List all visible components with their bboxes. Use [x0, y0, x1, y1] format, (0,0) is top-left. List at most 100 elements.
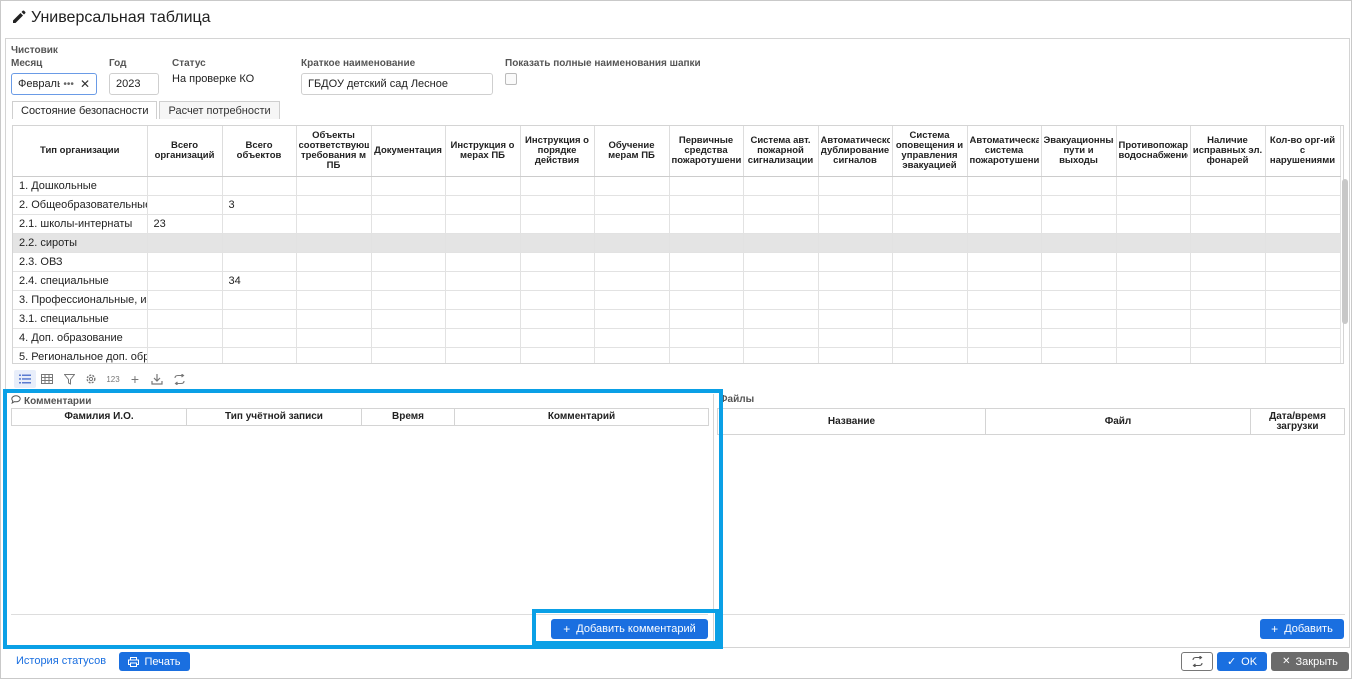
- col-header[interactable]: Система оповещения и управления эвакуаци…: [892, 126, 968, 177]
- row-value-cell[interactable]: [520, 271, 595, 291]
- row-value-cell[interactable]: [1190, 309, 1266, 329]
- print-button[interactable]: Печать: [119, 652, 190, 671]
- row-value-cell[interactable]: [445, 271, 521, 291]
- row-value-cell[interactable]: [296, 328, 372, 348]
- col-header[interactable]: Инструкция о мерах ПБ: [445, 126, 521, 177]
- row-value-cell[interactable]: [1116, 233, 1191, 253]
- col-header[interactable]: Кол-во орг-ий с нарушениями: [1265, 126, 1341, 177]
- row-value-cell[interactable]: [371, 347, 446, 363]
- short-name-field[interactable]: ГБДОУ детский сад Лесное: [301, 73, 493, 95]
- row-value-cell[interactable]: [445, 309, 521, 329]
- row-orgs-cell[interactable]: 23: [147, 214, 223, 234]
- table-row[interactable]: 1. Дошкольные: [13, 176, 1341, 196]
- row-objects-cell[interactable]: [222, 252, 297, 272]
- row-value-cell[interactable]: [1041, 328, 1117, 348]
- row-value-cell[interactable]: [743, 328, 819, 348]
- col-header[interactable]: Всего организаций: [147, 126, 223, 177]
- plus-icon[interactable]: +: [124, 370, 146, 388]
- ok-button[interactable]: ✓ OK: [1217, 652, 1267, 671]
- row-value-cell[interactable]: [445, 290, 521, 310]
- row-value-cell[interactable]: [520, 195, 595, 215]
- list-view-icon[interactable]: [14, 370, 36, 388]
- row-value-cell[interactable]: [594, 328, 670, 348]
- more-icon[interactable]: •••: [63, 79, 74, 90]
- col-header[interactable]: Система авт. пожарной сигнализации: [743, 126, 819, 177]
- row-value-cell[interactable]: [743, 347, 819, 363]
- row-objects-cell[interactable]: [222, 328, 297, 348]
- row-value-cell[interactable]: [669, 271, 744, 291]
- row-value-cell[interactable]: [669, 233, 744, 253]
- col-header[interactable]: Комментарий: [454, 408, 709, 426]
- row-value-cell[interactable]: [445, 252, 521, 272]
- row-orgs-cell[interactable]: [147, 328, 223, 348]
- row-value-cell[interactable]: [594, 271, 670, 291]
- row-value-cell[interactable]: [445, 214, 521, 234]
- row-value-cell[interactable]: [892, 195, 968, 215]
- row-value-cell[interactable]: [892, 309, 968, 329]
- row-value-cell[interactable]: [1116, 176, 1191, 196]
- row-value-cell[interactable]: [296, 214, 372, 234]
- row-objects-cell[interactable]: 3: [222, 195, 297, 215]
- row-value-cell[interactable]: [1041, 252, 1117, 272]
- row-value-cell[interactable]: [967, 347, 1042, 363]
- row-value-cell[interactable]: [371, 290, 446, 310]
- row-value-cell[interactable]: [967, 309, 1042, 329]
- row-value-cell[interactable]: [892, 176, 968, 196]
- row-value-cell[interactable]: [967, 176, 1042, 196]
- row-value-cell[interactable]: [818, 271, 893, 291]
- row-value-cell[interactable]: [818, 195, 893, 215]
- row-value-cell[interactable]: [1190, 271, 1266, 291]
- col-header[interactable]: Время: [361, 408, 455, 426]
- status-history-link[interactable]: История статусов: [16, 655, 106, 667]
- col-header[interactable]: Противопожарное водоснабжение: [1116, 126, 1191, 177]
- row-orgs-cell[interactable]: [147, 271, 223, 291]
- row-value-cell[interactable]: [445, 233, 521, 253]
- row-value-cell[interactable]: [594, 290, 670, 310]
- row-value-cell[interactable]: [296, 271, 372, 291]
- row-value-cell[interactable]: [371, 252, 446, 272]
- table-row[interactable]: 2. Общеобразовательные 3: [13, 195, 1341, 215]
- row-type-cell[interactable]: 2.2. сироты: [13, 233, 148, 253]
- row-value-cell[interactable]: [1116, 252, 1191, 272]
- col-header[interactable]: Инструкция о порядке действия: [520, 126, 595, 177]
- row-value-cell[interactable]: [743, 309, 819, 329]
- row-value-cell[interactable]: [520, 328, 595, 348]
- row-value-cell[interactable]: [296, 347, 372, 363]
- table-row[interactable]: 5. Региональное доп. обр: [13, 347, 1341, 363]
- row-value-cell[interactable]: [594, 195, 670, 215]
- filter-icon[interactable]: [58, 370, 80, 388]
- row-value-cell[interactable]: [1190, 195, 1266, 215]
- row-value-cell[interactable]: [743, 214, 819, 234]
- row-value-cell[interactable]: [743, 252, 819, 272]
- row-type-cell[interactable]: 3.1. специальные: [13, 309, 148, 329]
- table-row[interactable]: 3.1. специальные: [13, 309, 1341, 329]
- row-orgs-cell[interactable]: [147, 347, 223, 363]
- row-value-cell[interactable]: [520, 309, 595, 329]
- row-value-cell[interactable]: [1116, 195, 1191, 215]
- row-value-cell[interactable]: [669, 328, 744, 348]
- row-value-cell[interactable]: [1116, 309, 1191, 329]
- row-value-cell[interactable]: [743, 176, 819, 196]
- row-type-cell[interactable]: 3. Профессиональные, из: [13, 290, 148, 310]
- row-value-cell[interactable]: [818, 214, 893, 234]
- add-file-button[interactable]: + Добавить: [1260, 619, 1344, 639]
- col-header[interactable]: Объекты соответствующие требования м ПБ: [296, 126, 372, 177]
- row-value-cell[interactable]: [818, 328, 893, 348]
- row-value-cell[interactable]: [669, 214, 744, 234]
- row-value-cell[interactable]: [1265, 347, 1341, 363]
- row-objects-cell[interactable]: [222, 347, 297, 363]
- row-value-cell[interactable]: [371, 271, 446, 291]
- year-field[interactable]: 2023: [109, 73, 159, 95]
- row-value-cell[interactable]: [967, 214, 1042, 234]
- row-value-cell[interactable]: [594, 347, 670, 363]
- row-objects-cell[interactable]: [222, 233, 297, 253]
- row-value-cell[interactable]: [594, 233, 670, 253]
- row-type-cell[interactable]: 1. Дошкольные: [13, 176, 148, 196]
- row-value-cell[interactable]: [1041, 214, 1117, 234]
- row-value-cell[interactable]: [520, 233, 595, 253]
- download-icon[interactable]: [146, 370, 168, 388]
- refresh-button[interactable]: [1181, 652, 1213, 671]
- row-objects-cell[interactable]: 34: [222, 271, 297, 291]
- row-value-cell[interactable]: [669, 347, 744, 363]
- row-value-cell[interactable]: [892, 290, 968, 310]
